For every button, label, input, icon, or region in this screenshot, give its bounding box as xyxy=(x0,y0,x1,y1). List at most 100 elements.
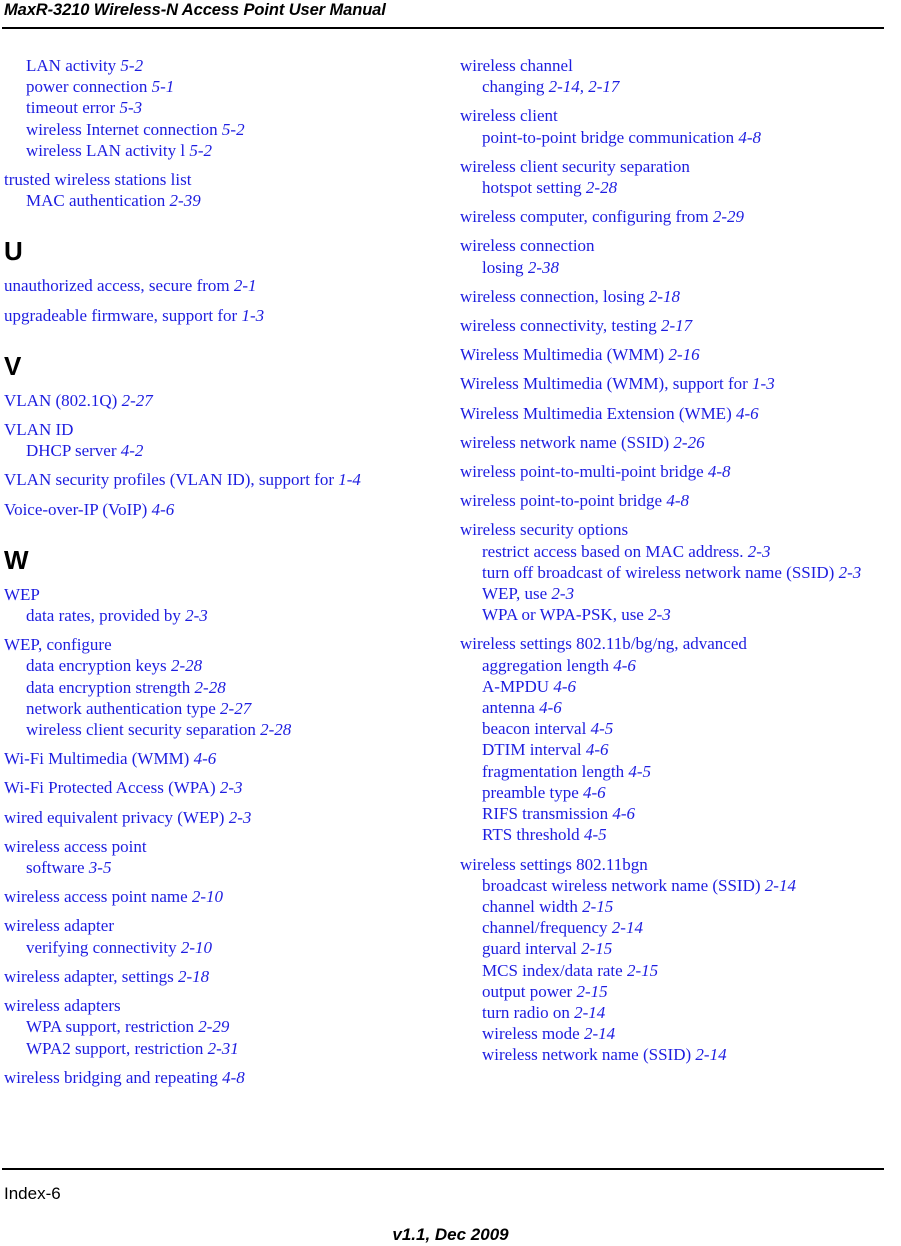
index-entry-sub[interactable]: wireless client security separation 2-28 xyxy=(4,719,444,740)
index-entry-locator: 2-38 xyxy=(527,257,559,277)
index-entry-sub[interactable]: hotspot setting 2-28 xyxy=(460,177,900,198)
index-entry-main[interactable]: wired equivalent privacy (WEP) 2-3 xyxy=(4,807,444,828)
index-entry-text: upgradeable firmware, support for xyxy=(4,305,242,325)
index-entry-locator: 2-15 xyxy=(626,960,659,980)
index-entry-sub[interactable]: changing 2-14, 2-17 xyxy=(460,76,900,97)
index-entry-main[interactable]: trusted wireless stations list xyxy=(4,169,444,190)
index-entry-sub[interactable]: turn off broadcast of wireless network n… xyxy=(460,562,900,583)
index-entry-sub[interactable]: turn radio on 2-14 xyxy=(460,1002,900,1023)
index-entry-sub[interactable]: beacon interval 4-5 xyxy=(460,718,900,739)
index-entry-main[interactable]: Voice-over-IP (VoIP) 4-6 xyxy=(4,499,444,520)
index-entry-sub[interactable]: wireless Internet connection 5-2 xyxy=(4,119,444,140)
index-entry-locator: 2-3 xyxy=(228,807,252,827)
index-entry-main[interactable]: VLAN security profiles (VLAN ID), suppor… xyxy=(4,469,444,490)
index-entry-main[interactable]: wireless adapter, settings 2-18 xyxy=(4,966,444,987)
index-entry-sub[interactable]: broadcast wireless network name (SSID) 2… xyxy=(460,875,900,896)
index-entry-sub[interactable]: channel width 2-15 xyxy=(460,896,900,917)
index-entry-main[interactable]: wireless access point name 2-10 xyxy=(4,886,444,907)
index-entry-locator: 2-14, 2-17 xyxy=(548,77,620,97)
index-entry-main[interactable]: wireless access point xyxy=(4,836,444,857)
index-entry-sub[interactable]: fragmentation length 4-5 xyxy=(460,761,900,782)
index-entry-sub[interactable]: timeout error 5-3 xyxy=(4,97,444,118)
index-group: wireless adapter, settings 2-18 xyxy=(4,966,444,987)
index-entry-sub[interactable]: DTIM interval 4-6 xyxy=(460,739,900,760)
index-entry-main[interactable]: wireless adapter xyxy=(4,915,444,936)
index-entry-text: fragmentation length xyxy=(482,761,629,781)
index-entry-sub[interactable]: DHCP server 4-2 xyxy=(4,440,444,461)
index-entry-locator: 4-8 xyxy=(666,491,689,511)
index-entry-main[interactable]: VLAN (802.1Q) 2-27 xyxy=(4,390,444,411)
index-entry-main[interactable]: wireless computer, configuring from 2-29 xyxy=(460,206,900,227)
index-entry-main[interactable]: wireless connection xyxy=(460,235,900,256)
index-entry-sub[interactable]: losing 2-38 xyxy=(460,257,900,278)
index-entry-main[interactable]: wireless point-to-multi-point bridge 4-8 xyxy=(460,461,900,482)
index-entry-main[interactable]: wireless network name (SSID) 2-26 xyxy=(460,432,900,453)
index-entry-main[interactable]: wireless adapters xyxy=(4,995,444,1016)
index-entry-sub[interactable]: A-MPDU 4-6 xyxy=(460,676,900,697)
index-entry-sub[interactable]: data rates, provided by 2-3 xyxy=(4,605,444,626)
index-entry-sub[interactable]: channel/frequency 2-14 xyxy=(460,917,900,938)
index-entry-main[interactable]: wireless bridging and repeating 4-8 xyxy=(4,1067,444,1088)
index-entry-main[interactable]: wireless connection, losing 2-18 xyxy=(460,286,900,307)
index-entry-main[interactable]: wireless channel xyxy=(460,55,900,76)
index-entry-main[interactable]: WEP xyxy=(4,584,444,605)
index-entry-sub[interactable]: wireless mode 2-14 xyxy=(460,1023,900,1044)
index-entry-text: Wireless Multimedia (WMM), support for xyxy=(460,374,753,394)
index-entry-locator: 1-4 xyxy=(338,470,361,490)
index-column-right: wireless channel changing 2-14, 2-17 wirel… xyxy=(460,55,900,1074)
index-entry-main[interactable]: wireless client security separation xyxy=(460,156,900,177)
index-entry-locator: 2-28 xyxy=(194,677,226,697)
index-entry-sub[interactable]: software 3-5 xyxy=(4,857,444,878)
index-entry-text: wireless network name (SSID) xyxy=(482,1045,696,1065)
index-entry-main[interactable]: wireless security options xyxy=(460,519,900,540)
index-entry-sub[interactable]: WPA support, restriction 2-29 xyxy=(4,1016,444,1037)
index-entry-text: aggregation length xyxy=(482,655,614,675)
index-entry-sub[interactable]: MCS index/data rate 2-15 xyxy=(460,960,900,981)
index-entry-main[interactable]: upgradeable firmware, support for 1-3 xyxy=(4,305,444,326)
index-entry-sub[interactable]: WPA2 support, restriction 2-31 xyxy=(4,1038,444,1059)
index-entry-main[interactable]: Wireless Multimedia (WMM) 2-16 xyxy=(460,344,900,365)
index-entry-text: guard interval xyxy=(482,939,582,959)
index-entry-sub[interactable]: wireless LAN activity l 5-2 xyxy=(4,140,444,161)
index-entry-main[interactable]: wireless settings 802.11b/bg/ng, advance… xyxy=(460,633,900,654)
page-header: MaxR-3210 Wireless-N Access Point User M… xyxy=(0,0,901,30)
index-entry-sub[interactable]: RIFS transmission 4-6 xyxy=(460,803,900,824)
index-entry-locator: 3-5 xyxy=(88,858,112,878)
index-entry-main[interactable]: unauthorized access, secure from 2-1 xyxy=(4,275,444,296)
index-entry-sub[interactable]: point-to-point bridge communication 4-8 xyxy=(460,127,900,148)
index-entry-sub[interactable]: WPA or WPA-PSK, use 2-3 xyxy=(460,604,900,625)
index-entry-main[interactable]: Wireless Multimedia (WMM), support for 1… xyxy=(460,373,900,394)
index-entry-sub[interactable]: restrict access based on MAC address. 2-… xyxy=(460,541,900,562)
index-entry-sub[interactable]: aggregation length 4-6 xyxy=(460,655,900,676)
index-entry-main[interactable]: wireless client xyxy=(460,105,900,126)
index-entry-main[interactable]: wireless connectivity, testing 2-17 xyxy=(460,315,900,336)
index-entry-locator: 2-14 xyxy=(574,1002,606,1022)
index-entry-main[interactable]: wireless point-to-point bridge 4-8 xyxy=(460,490,900,511)
index-entry-main[interactable]: Wi-Fi Protected Access (WPA) 2-3 xyxy=(4,777,444,798)
index-entry-sub[interactable]: preamble type 4-6 xyxy=(460,782,900,803)
index-entry-sub[interactable]: RTS threshold 4-5 xyxy=(460,824,900,845)
index-entry-main[interactable]: Wi-Fi Multimedia (WMM) 4-6 xyxy=(4,748,444,769)
index-entry-sub[interactable]: WEP, use 2-3 xyxy=(460,583,900,604)
index-column-left: LAN activity 5-2 power connection 5-1 time… xyxy=(4,55,444,1096)
index-entry-sub[interactable]: data encryption keys 2-28 xyxy=(4,655,444,676)
index-entry-text: losing xyxy=(482,257,528,277)
index-entry-main[interactable]: Wireless Multimedia Extension (WME) 4-6 xyxy=(460,403,900,424)
index-entry-main[interactable]: VLAN ID xyxy=(4,419,444,440)
index-entry-sub[interactable]: power connection 5-1 xyxy=(4,76,444,97)
index-entry-sub[interactable]: antenna 4-6 xyxy=(460,697,900,718)
index-entry-sub[interactable]: data encryption strength 2-28 xyxy=(4,677,444,698)
index-entry-locator: 2-1 xyxy=(233,276,257,296)
index-entry-sub[interactable]: verifying connectivity 2-10 xyxy=(4,937,444,958)
index-entry-sub[interactable]: guard interval 2-15 xyxy=(460,938,900,959)
index-entry-sub[interactable]: output power 2-15 xyxy=(460,981,900,1002)
index-entry-sub[interactable]: LAN activity 5-2 xyxy=(4,55,444,76)
index-entry-main[interactable]: WEP, configure xyxy=(4,634,444,655)
index-entry-locator: 4-8 xyxy=(222,1067,245,1087)
index-entry-locator: 2-14 xyxy=(764,875,796,895)
index-entry-sub[interactable]: network authentication type 2-27 xyxy=(4,698,444,719)
index-entry-main[interactable]: wireless settings 802.11bgn xyxy=(460,854,900,875)
index-entry-locator: 2-14 xyxy=(611,918,643,938)
index-entry-sub[interactable]: MAC authentication 2-39 xyxy=(4,190,444,211)
index-entry-sub[interactable]: wireless network name (SSID) 2-14 xyxy=(460,1044,900,1065)
